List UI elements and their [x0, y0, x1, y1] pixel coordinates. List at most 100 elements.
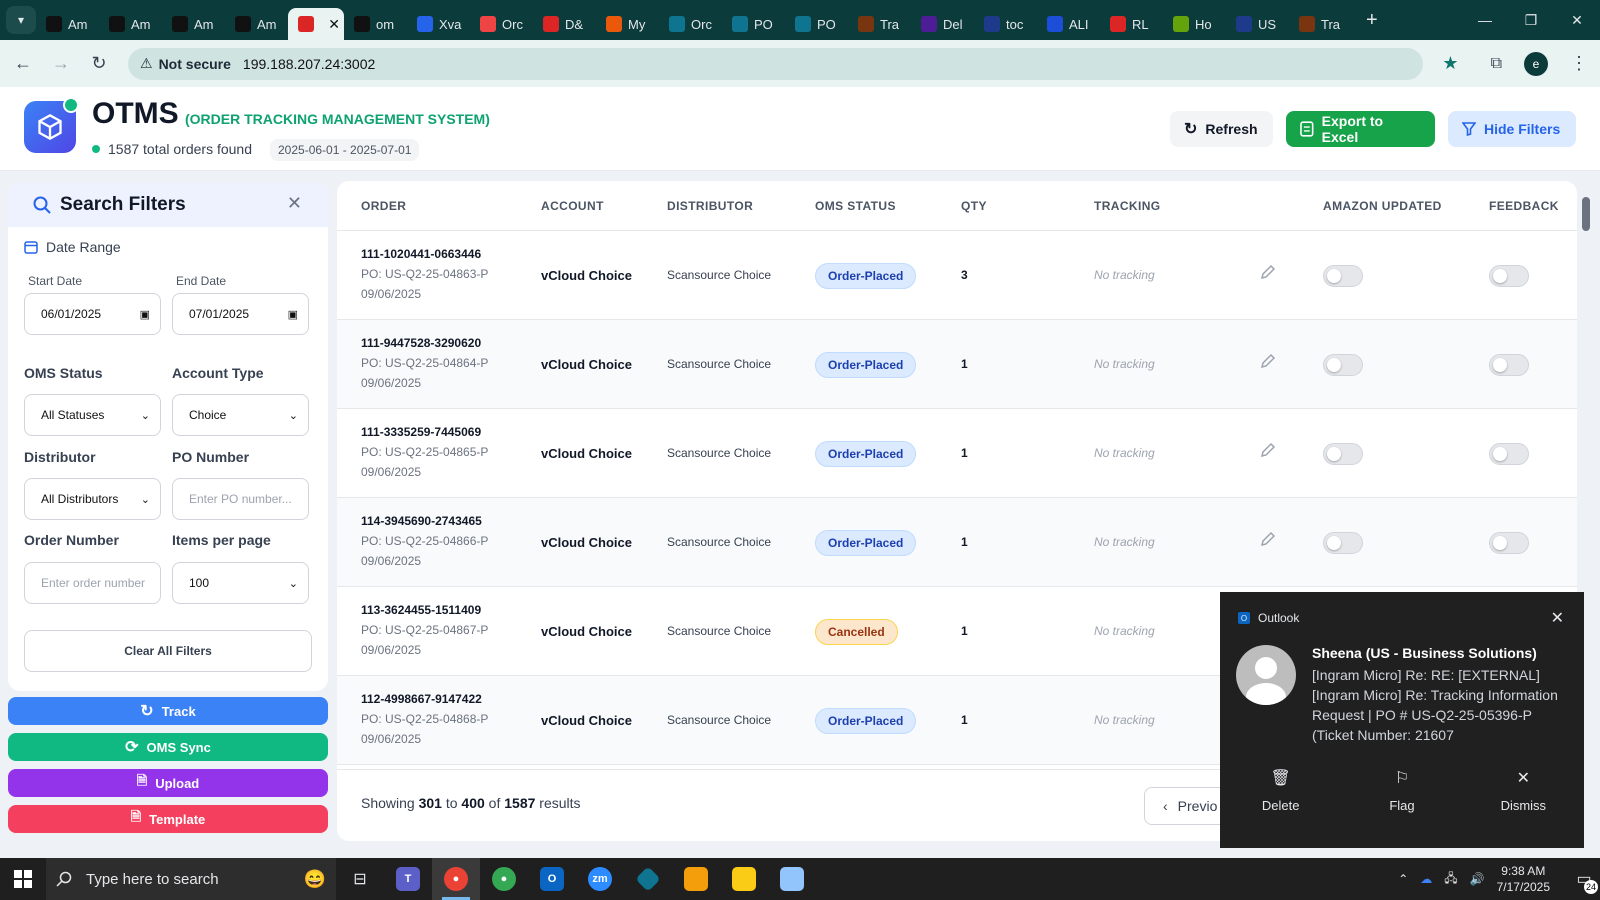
dismiss-button[interactable]: ✕ Dismiss	[1463, 760, 1584, 813]
notification-center-button[interactable]: ▭ 24	[1568, 858, 1600, 900]
feedback-toggle[interactable]	[1489, 532, 1529, 554]
browser-tab[interactable]: ALI	[1037, 8, 1100, 40]
export-excel-button[interactable]: Export to Excel	[1286, 111, 1435, 147]
zoom-icon[interactable]: zm	[576, 858, 624, 900]
order-number[interactable]: 111-1020441-0663446	[361, 247, 481, 261]
chevron-up-icon[interactable]: ⌃	[1398, 872, 1408, 886]
edit-pencil-icon[interactable]	[1259, 441, 1277, 464]
browser-tab[interactable]: PO	[785, 8, 848, 40]
edit-pencil-icon[interactable]	[1259, 352, 1277, 375]
network-icon[interactable]: 🖧	[1444, 869, 1457, 890]
address-bar[interactable]: ⚠ Not secure 199.188.207.24:3002	[128, 47, 1423, 80]
outlook-app-icon[interactable]: O	[528, 858, 576, 900]
edit-pencil-icon[interactable]	[1259, 530, 1277, 553]
column-header-tracking[interactable]: TRACKING	[1094, 199, 1161, 213]
delete-button[interactable]: 🗑 Delete	[1220, 760, 1341, 813]
scrollbar-thumb[interactable]	[1582, 197, 1590, 231]
order-number[interactable]: 113-3624455-1511409	[361, 603, 481, 617]
start-date-input[interactable]: 06/01/2025 ▣	[24, 293, 161, 335]
browser-tab[interactable]: Am	[162, 8, 225, 40]
browser-tab[interactable]: Xva	[407, 8, 470, 40]
close-filters-icon[interactable]: ✕	[287, 193, 302, 214]
amazon-updated-toggle[interactable]	[1323, 354, 1363, 376]
onedrive-icon[interactable]: ☁	[1420, 872, 1432, 886]
browser-tab[interactable]: Am	[36, 8, 99, 40]
clock[interactable]: 9:38 AM 7/17/2025	[1497, 863, 1550, 895]
hide-filters-button[interactable]: Hide Filters	[1448, 111, 1576, 147]
browser-tab[interactable]: om	[344, 8, 407, 40]
order-number[interactable]: 112-4998667-9147422	[361, 692, 482, 706]
browser-tab[interactable]: Tra	[848, 8, 911, 40]
order-number[interactable]: 111-3335259-7445069	[361, 425, 481, 439]
items-per-page-select[interactable]: 100 ⌄	[172, 562, 309, 604]
browser-tab[interactable]: toc	[974, 8, 1037, 40]
upload-button[interactable]: 🗎 Upload	[8, 769, 328, 797]
column-header-qty[interactable]: QTY	[961, 199, 987, 213]
calendar-picker-icon[interactable]: ▣	[288, 308, 298, 321]
start-button[interactable]	[0, 858, 46, 900]
sticky-notes-icon[interactable]	[720, 858, 768, 900]
order-number[interactable]: 114-3945690-2743465	[361, 514, 482, 528]
file-explorer-icon[interactable]	[672, 858, 720, 900]
browser-tab[interactable]: Del	[911, 8, 974, 40]
flag-button[interactable]: ⚐ Flag	[1341, 760, 1462, 813]
amazon-updated-toggle[interactable]	[1323, 532, 1363, 554]
template-button[interactable]: 🗎 Template	[8, 805, 328, 833]
calendar-picker-icon[interactable]: ▣	[140, 308, 150, 321]
browser-tab[interactable]: RL	[1100, 8, 1163, 40]
browser-tab[interactable]: Am	[225, 8, 288, 40]
browser-tab[interactable]: Tra	[1289, 8, 1352, 40]
taskbar-search[interactable]: Type here to search 😄	[46, 858, 336, 900]
close-icon[interactable]: ✕	[1551, 608, 1564, 628]
track-button[interactable]: ↻ Track	[8, 697, 328, 725]
browser-tab[interactable]: My	[596, 8, 659, 40]
browser-tab[interactable]: PO	[722, 8, 785, 40]
feedback-toggle[interactable]	[1489, 443, 1529, 465]
notepad-icon[interactable]	[768, 858, 816, 900]
chrome-profile-icon[interactable]: ●	[480, 858, 528, 900]
app-icon[interactable]	[624, 858, 672, 900]
column-header-oms-status[interactable]: OMS STATUS	[815, 199, 896, 213]
bookmark-star-icon[interactable]: ★	[1442, 53, 1458, 74]
teams-icon[interactable]: T	[384, 858, 432, 900]
feedback-toggle[interactable]	[1489, 265, 1529, 287]
table-row[interactable]: 114-3945690-2743465 PO: US-Q2-25-04866-P 0…	[337, 498, 1577, 587]
amazon-updated-toggle[interactable]	[1323, 443, 1363, 465]
clear-filters-button[interactable]: Clear All Filters	[24, 630, 312, 672]
reload-button[interactable]: ↻	[84, 53, 114, 74]
account-type-select[interactable]: Choice ⌄	[172, 394, 309, 436]
column-header-account[interactable]: ACCOUNT	[541, 199, 604, 213]
order-number-input[interactable]: Enter order number	[24, 562, 161, 604]
close-tab-icon[interactable]: ✕	[328, 16, 340, 33]
browser-tab[interactable]: Am	[99, 8, 162, 40]
column-header-feedback[interactable]: FEEDBACK	[1489, 199, 1559, 213]
profile-avatar[interactable]: e	[1524, 51, 1548, 76]
edit-pencil-icon[interactable]	[1259, 263, 1277, 286]
browser-tab[interactable]: Orc	[470, 8, 533, 40]
browser-tab[interactable]: D&	[533, 8, 596, 40]
restore-button[interactable]: ❐	[1508, 0, 1554, 40]
po-number-input[interactable]: Enter PO number...	[172, 478, 309, 520]
browser-tab[interactable]: Orc	[659, 8, 722, 40]
distributor-select[interactable]: All Distributors ⌄	[24, 478, 161, 520]
volume-icon[interactable]: 🔊	[1470, 872, 1485, 886]
table-row[interactable]: 111-3335259-7445069 PO: US-Q2-25-04865-P 0…	[337, 409, 1577, 498]
amazon-updated-toggle[interactable]	[1323, 265, 1363, 287]
browser-tab[interactable]: ✕	[288, 8, 344, 40]
end-date-input[interactable]: 07/01/2025 ▣	[172, 293, 309, 335]
back-button[interactable]: ←	[8, 53, 38, 74]
minimize-button[interactable]: —	[1462, 0, 1508, 40]
forward-button[interactable]: →	[46, 53, 76, 74]
feedback-toggle[interactable]	[1489, 354, 1529, 376]
extensions-icon[interactable]: ⧉	[1491, 55, 1502, 73]
tab-search-button[interactable]: ▾	[6, 6, 36, 34]
column-header-distributor[interactable]: DISTRIBUTOR	[667, 199, 753, 213]
chrome-icon[interactable]: ●	[432, 858, 480, 900]
close-window-button[interactable]: ✕	[1554, 0, 1600, 40]
menu-icon[interactable]: ⋮	[1570, 53, 1588, 74]
refresh-button[interactable]: ↻ Refresh	[1170, 111, 1273, 147]
task-view-icon[interactable]: ⊟	[336, 858, 384, 900]
browser-tab[interactable]: US	[1226, 8, 1289, 40]
browser-tab[interactable]: Ho	[1163, 8, 1226, 40]
table-row[interactable]: 111-1020441-0663446 PO: US-Q2-25-04863-P 0…	[337, 231, 1577, 320]
